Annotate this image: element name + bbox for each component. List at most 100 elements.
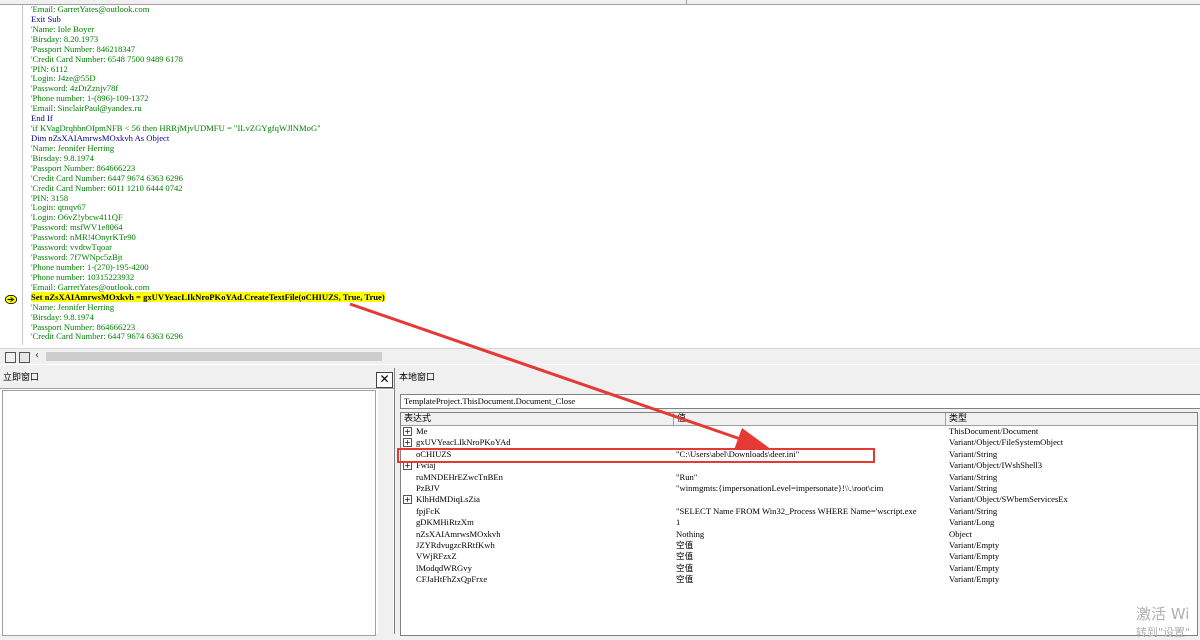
scroll-thumb[interactable] <box>46 352 382 361</box>
code-line[interactable]: 'Email: GarretYates@outlook.com <box>31 4 1191 15</box>
scroll-left-icon[interactable]: ‹ <box>35 350 39 361</box>
locals-row[interactable]: + Me ThisDocument/Document <box>401 426 1197 437</box>
code-line[interactable]: 'Credit Card Number: 6447 9674 6363 6296 <box>31 331 1191 342</box>
expand-icon[interactable]: + <box>403 495 412 505</box>
code-line-text: Exit Sub <box>31 13 61 24</box>
locals-cell-type: Variant/String <box>949 483 998 493</box>
full-module-view-icon[interactable] <box>19 352 30 363</box>
locals-cell-expression: + Me <box>401 426 671 437</box>
code-line[interactable]: 'if KVagDrqhbnOIpmNFB < 56 then HRRjMjvU… <box>31 123 1191 134</box>
code-line[interactable]: 'Login: J4ze@55D <box>31 73 1191 84</box>
call-stack-context[interactable]: TemplateProject.ThisDocument.Document_Cl… <box>400 394 1200 409</box>
locals-cell-type: Variant/Object/FileSystemObject <box>949 437 1064 448</box>
code-line-text: 'Password: 7f7WNpc5zBjt <box>31 252 123 263</box>
variable-name: lModqdWRGvy <box>416 562 472 573</box>
locals-row[interactable]: lModqdWRGvy 空值 Variant/Empty <box>401 563 1197 574</box>
code-line[interactable]: 'Login: O6vZ!ybcw411QF <box>31 212 1191 223</box>
locals-window[interactable]: 本地窗口 TemplateProject.ThisDocument.Docume… <box>396 368 1200 636</box>
code-line-text: 'Credit Card Number: 6011 1210 6444 0742 <box>31 182 183 193</box>
code-line[interactable]: 'Phone number: 10315223932 <box>31 271 1191 283</box>
editor-gutter[interactable] <box>0 5 23 345</box>
code-line-text: 'Login: J4ze@55D <box>31 73 96 84</box>
locals-cell-type: ThisDocument/Document <box>949 426 1039 436</box>
close-icon[interactable]: ✕ <box>376 372 393 388</box>
code-line[interactable]: 'Credit Card Number: 6011 1210 6444 0742 <box>31 182 1191 194</box>
locals-cell-type: Variant/String <box>949 505 998 516</box>
variable-name: nZsXAIAmrwsMOxkvh <box>416 528 501 539</box>
code-line[interactable]: 'PIN: 3158 <box>31 192 1191 204</box>
code-line[interactable]: 'Password: 4zDtZznjv78f <box>31 83 1191 94</box>
annotation-highlight-box <box>397 448 875 463</box>
locals-row[interactable]: fpjFcK "SELECT Name FROM Win32_Process WH… <box>401 506 1197 517</box>
code-line[interactable]: 'Password: nMR!4OnyrKTe90 <box>31 232 1191 243</box>
locals-cell-value: 空值 <box>676 574 694 585</box>
code-line[interactable]: 'PIN: 6112 <box>31 63 1191 75</box>
locals-cell-type: Variant/String <box>949 448 998 459</box>
immediate-window-title: 立即窗口 <box>0 368 394 389</box>
code-line[interactable]: 'Password: 7f7WNpc5zBjt <box>31 252 1191 263</box>
immediate-input-area[interactable] <box>2 390 376 636</box>
code-line[interactable]: 'Birsday: 9.8.1974 <box>31 312 1191 323</box>
code-editor[interactable]: 'Email: GarretYates@outlook.com Exit Sub '… <box>0 0 1200 365</box>
column-header-value[interactable]: 值 <box>674 413 946 426</box>
locals-row[interactable]: JZYRdvugzcRRtfKwh 空值 Variant/Empty <box>401 540 1197 551</box>
code-line[interactable]: Exit Sub <box>31 13 1191 25</box>
code-line-text: 'Password: 4zDtZznjv78f <box>31 83 119 94</box>
code-line[interactable]: 'Phone number: 1-(270)-195-4200 <box>31 261 1191 273</box>
code-line[interactable]: 'Phone number: 1-(896)-109-1372 <box>31 93 1191 104</box>
code-line[interactable]: 'Email: SinclairPaul@yandex.ru <box>31 103 1191 114</box>
expand-icon[interactable]: + <box>403 427 412 436</box>
code-line[interactable]: Dim nZsXAIAmrwsMOxkvh As Object <box>31 133 1191 144</box>
locals-row[interactable]: gDKMHiRtzXm 1 Variant/Long <box>401 517 1197 528</box>
expand-icon[interactable]: + <box>403 438 412 448</box>
column-header-expression[interactable]: 表达式 <box>401 413 674 426</box>
locals-cell-type: Variant/Empty <box>949 562 1000 573</box>
locals-row[interactable]: PzBJV "winmgmts:{impersonationLevel=imper… <box>401 483 1197 494</box>
locals-cell-expression: VWjRFzxZ <box>401 551 671 562</box>
code-line-text: 'Birsday: 9.8.1974 <box>31 152 94 163</box>
code-text[interactable]: 'Email: GarretYates@outlook.com Exit Sub '… <box>31 4 1191 342</box>
locals-row[interactable]: ruMNDEHrEZwcTnBEn "Run" Variant/String <box>401 472 1197 483</box>
locals-row[interactable]: + KlhHdMDiqLsZia Variant/Object/SWbemServi… <box>401 494 1197 505</box>
code-line-text: 'Email: GarretYates@outlook.com <box>31 281 150 292</box>
code-line[interactable]: 'Passport Number: 864666223 <box>31 163 1191 174</box>
procedure-view-icon[interactable] <box>5 352 16 363</box>
activation-watermark-sub: 转到"设置" <box>1136 626 1191 639</box>
code-line[interactable]: 'Birsday: 9.8.1974 <box>31 152 1191 164</box>
code-line[interactable]: 'Name: Jennifer Herring <box>31 302 1191 313</box>
code-line-text: 'PIN: 6112 <box>31 63 68 74</box>
code-line-text: 'Passport Number: 864666223 <box>31 321 136 332</box>
code-line[interactable]: 'Name: Jennifer Herring <box>31 143 1191 154</box>
code-line-text: 'if KVagDrqhbnOIpmNFB < 56 then HRRjMjvU… <box>31 123 321 134</box>
locals-row[interactable]: CFJaHtFhZxQpFrxe 空值 Variant/Empty <box>401 574 1197 585</box>
variable-name: fpjFcK <box>416 505 441 516</box>
code-line-text: 'Phone number: 1-(270)-195-4200 <box>31 261 149 272</box>
code-line[interactable]: 'Password: msfWV1e8064 <box>31 222 1191 233</box>
code-line[interactable]: 'Passport Number: 846218347 <box>31 44 1191 55</box>
code-line[interactable]: 'Passport Number: 864666223 <box>31 321 1191 333</box>
vertical-scrollbar[interactable] <box>378 390 393 634</box>
horizontal-scrollbar[interactable]: ‹ <box>0 348 1200 364</box>
code-line-text: 'Phone number: 10315223932 <box>31 271 135 282</box>
locals-window-title: 本地窗口 <box>399 373 436 383</box>
code-line[interactable]: 'Login: qtnqv67 <box>31 202 1191 213</box>
code-line[interactable]: 'Credit Card Number: 6548 7500 9489 6178 <box>31 54 1191 65</box>
code-line-text: 'Credit Card Number: 6447 9674 6363 6296 <box>31 172 183 183</box>
current-statement-line[interactable]: Set nZsXAIAmrwsMOxkvh = gxUVYeacLIkNroPK… <box>31 291 1191 303</box>
locals-row[interactable]: nZsXAIAmrwsMOxkvh Nothing Object <box>401 529 1197 540</box>
code-line-text: 'Email: GarretYates@outlook.com <box>31 4 150 14</box>
locals-cell-expression: CFJaHtFhZxQpFrxe <box>401 574 671 585</box>
locals-cell-expression: JZYRdvugzcRRtfKwh <box>401 540 671 551</box>
code-line[interactable]: 'Name: Iole Boyer <box>31 24 1191 35</box>
immediate-window[interactable]: 立即窗口 ✕ <box>0 368 395 636</box>
column-header-type[interactable]: 类型 <box>946 413 1197 426</box>
code-line-text: 'Email: SinclairPaul@yandex.ru <box>31 103 142 114</box>
locals-cell-value <box>676 494 946 505</box>
code-line[interactable]: 'Credit Card Number: 6447 9674 6363 6296 <box>31 172 1191 184</box>
code-line-text: 'PIN: 3158 <box>31 192 69 203</box>
locals-grid[interactable]: 表达式 值 类型 + Me ThisDocument/Document + gxUVYe… <box>400 412 1198 636</box>
variable-name: CFJaHtFhZxQpFrxe <box>416 574 488 585</box>
locals-row[interactable]: VWjRFzxZ 空值 Variant/Empty <box>401 551 1197 562</box>
code-line[interactable]: 'Password: vvdtwTqoar <box>31 242 1191 253</box>
code-line[interactable]: 'Birsday: 8.20.1973 <box>31 34 1191 45</box>
